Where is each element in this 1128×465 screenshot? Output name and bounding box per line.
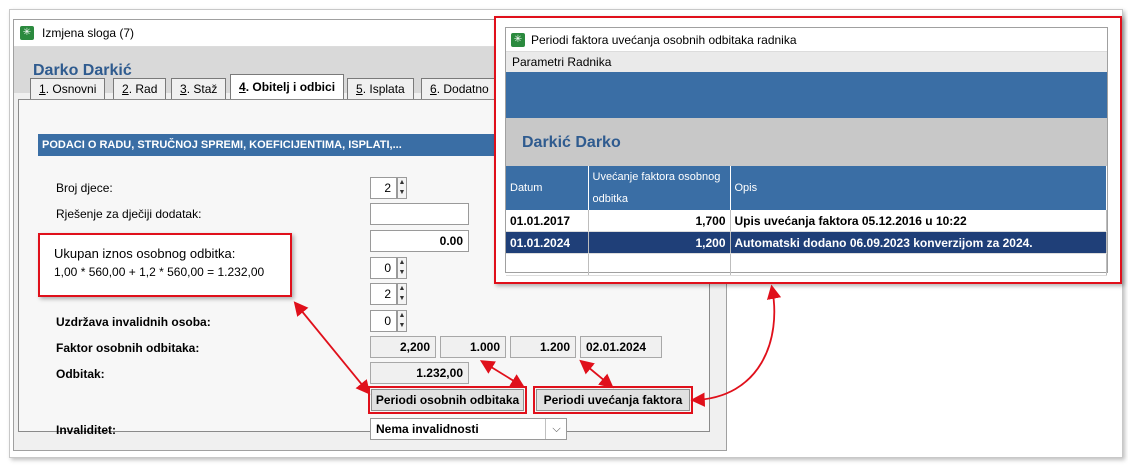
arrow-callout-to-button [293, 301, 371, 395]
annotation-arrows [293, 284, 782, 407]
arrow-button-to-window [690, 284, 782, 407]
arrow-faktor-to-button [479, 360, 526, 388]
arrow-increase-to-button [579, 359, 614, 389]
